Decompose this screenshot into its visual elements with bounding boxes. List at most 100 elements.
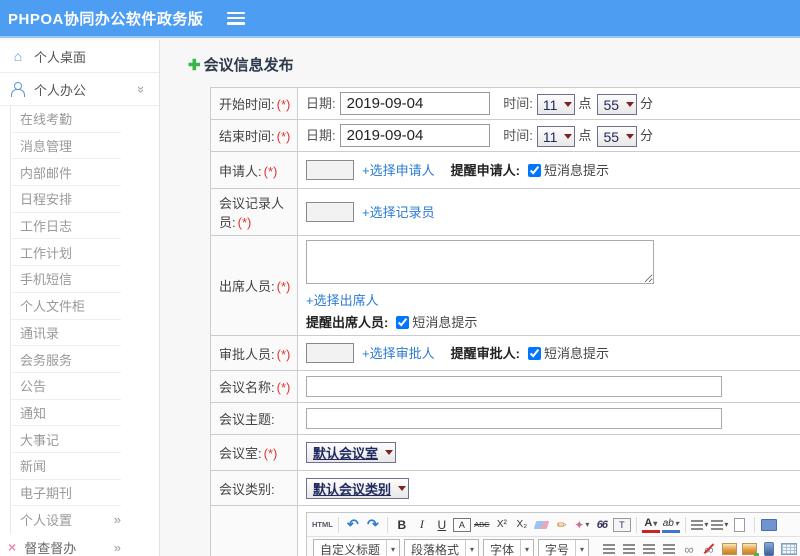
toolbar-divider: [684, 516, 686, 533]
chevron-right-icon: »: [113, 539, 121, 555]
font-size-select[interactable]: 字号 ▾: [538, 539, 590, 556]
remind-attendees-label: 提醒出席人员:: [306, 315, 389, 331]
sidebar-item[interactable]: 个人设置»: [11, 506, 121, 533]
table-row: 会议名称: (*): [210, 370, 800, 404]
end-hour-select[interactable]: 11: [536, 126, 576, 148]
hamburger-menu-icon[interactable]: [227, 11, 246, 25]
sidebar-item[interactable]: 会务服务: [11, 346, 121, 373]
sidebar-item[interactable]: 消息管理: [11, 133, 121, 160]
sidebar-item[interactable]: 工作计划: [11, 239, 121, 267]
media-icon[interactable]: [760, 540, 778, 556]
pick-attendees-link[interactable]: +选择出席人: [306, 293, 379, 308]
start-date-input[interactable]: [339, 92, 490, 115]
font-family-select[interactable]: 字体 ▾: [483, 539, 535, 556]
bold-icon[interactable]: B: [393, 516, 411, 534]
image-icon[interactable]: [720, 540, 738, 556]
meeting-name-label: 会议名称:: [219, 380, 275, 396]
underline-icon[interactable]: U: [433, 516, 451, 534]
meeting-name-input[interactable]: [306, 376, 722, 398]
new-page-icon[interactable]: [731, 516, 749, 534]
required-marker: (*): [276, 97, 291, 113]
ordered-list-icon[interactable]: ▾: [691, 516, 709, 534]
sidebar-item[interactable]: 工作日志: [11, 213, 121, 240]
blockquote-icon[interactable]: 66: [593, 516, 611, 534]
chevron-down-icon: ▾: [520, 540, 533, 556]
sidebar-item-office[interactable]: 个人办公 »: [0, 73, 159, 106]
hour-unit-label: 点: [578, 128, 592, 144]
format-brush-icon[interactable]: ✏: [553, 516, 571, 534]
sidebar-item[interactable]: 新闻: [11, 453, 121, 480]
pick-approver-link[interactable]: +选择审批人: [362, 346, 435, 361]
sidebar-item[interactable]: 通知: [11, 400, 121, 427]
unlink-icon[interactable]: ∞: [700, 540, 718, 556]
paragraph-format-select[interactable]: 段落格式 ▾: [404, 539, 480, 556]
remind-approver-label: 提醒审批人:: [450, 345, 520, 361]
align-justify-icon[interactable]: [660, 540, 678, 556]
sidebar-item[interactable]: 日程安排: [11, 186, 121, 213]
highlight-icon[interactable]: ab ▾: [661, 517, 680, 533]
meeting-room-select[interactable]: 默认会议室: [306, 442, 397, 464]
table-icon[interactable]: [780, 540, 798, 556]
pick-applicant-link[interactable]: +选择申请人: [362, 163, 435, 178]
start-hour-select[interactable]: 11: [536, 94, 576, 116]
editor-toolbar-row1: HTML ↶ ↷ B I U A ABC X² X₂ ✏ ✦ ▾ 66 T A ▾ ab ▾ ▾ ▾: [307, 513, 800, 538]
table-row: 结束时间:(*) 日期: 时间:11点 55分: [210, 119, 800, 153]
html-source-icon[interactable]: HTML: [312, 516, 333, 534]
sidebar-item[interactable]: 公告: [11, 373, 121, 400]
sidebar-item-desktop[interactable]: ⌂ 个人桌面: [0, 40, 159, 73]
unordered-list-icon[interactable]: ▾: [711, 516, 729, 534]
superscript-icon[interactable]: X²: [493, 516, 511, 534]
end-minute-select[interactable]: 55: [597, 126, 638, 148]
eraser-icon[interactable]: [533, 516, 551, 534]
sidebar-item[interactable]: 内部邮件: [11, 159, 121, 187]
sidebar-item[interactable]: 电子期刊: [11, 480, 121, 507]
top-header: PHPOA协同办公软件政务版: [0, 0, 800, 38]
align-center-icon[interactable]: [620, 540, 638, 556]
strikethrough-icon[interactable]: ABC: [473, 516, 491, 534]
sidebar-item-supervise[interactable]: × 督查督办 »: [0, 533, 159, 556]
paste-text-icon[interactable]: T: [612, 517, 631, 532]
insert-image-icon[interactable]: [740, 540, 760, 556]
end-time-label: 结束时间:: [219, 129, 275, 145]
font-color-icon[interactable]: A ▾: [641, 517, 660, 533]
table-row: 会议记录人员: (*) +选择记录员: [210, 188, 800, 237]
required-marker: (*): [276, 279, 291, 295]
attendees-textarea[interactable]: [306, 240, 654, 285]
recorder-input[interactable]: [306, 202, 354, 223]
select-arrow-icon: [395, 479, 408, 498]
toolbar-divider: [635, 516, 637, 533]
sidebar-item[interactable]: 手机短信: [11, 266, 121, 293]
chevron-right-icon: »: [113, 512, 121, 528]
pick-recorder-link[interactable]: +选择记录员: [362, 205, 435, 220]
align-right-icon[interactable]: [640, 540, 658, 556]
subscript-icon[interactable]: X₂: [513, 516, 531, 534]
sidebar-item-label: 督查督办: [24, 540, 77, 556]
attendees-sms-checkbox[interactable]: [396, 316, 410, 330]
undo-icon[interactable]: ↶: [344, 516, 362, 534]
sidebar-item[interactable]: 通讯录: [11, 320, 121, 347]
redo-icon[interactable]: ↷: [364, 516, 382, 534]
custom-title-select[interactable]: 自定义标题 ▾: [313, 539, 401, 556]
approver-sms-checkbox[interactable]: [527, 346, 541, 360]
auto-typeset-icon[interactable]: ✦ ▾: [573, 516, 591, 534]
approver-label: 审批人员:: [219, 346, 275, 362]
date-label: 日期:: [306, 96, 336, 111]
end-date-input[interactable]: [339, 124, 490, 148]
sidebar-item[interactable]: 大事记: [11, 426, 121, 453]
italic-icon[interactable]: I: [413, 516, 431, 534]
fullscreen-icon[interactable]: [760, 516, 778, 534]
align-left-icon[interactable]: [600, 540, 618, 556]
select-arrow-icon: [561, 95, 574, 114]
meeting-category-select[interactable]: 默认会议类别: [306, 477, 410, 499]
meeting-topic-label: 会议主题:: [219, 412, 275, 428]
font-border-icon[interactable]: A: [452, 517, 471, 532]
link-icon[interactable]: ∞: [680, 540, 698, 556]
sidebar-item[interactable]: 在线考勤: [11, 106, 121, 133]
sidebar-item[interactable]: 个人文件柜: [11, 293, 121, 320]
approver-input[interactable]: [306, 343, 354, 364]
meeting-form: 开始时间:(*) 日期: 时间:11点55分 结束时间:(*) 日期: 时间:1…: [210, 86, 800, 556]
start-minute-select[interactable]: 55: [597, 94, 638, 116]
applicant-input[interactable]: [306, 160, 354, 181]
meeting-topic-input[interactable]: [306, 408, 722, 430]
applicant-sms-checkbox[interactable]: [527, 163, 541, 177]
